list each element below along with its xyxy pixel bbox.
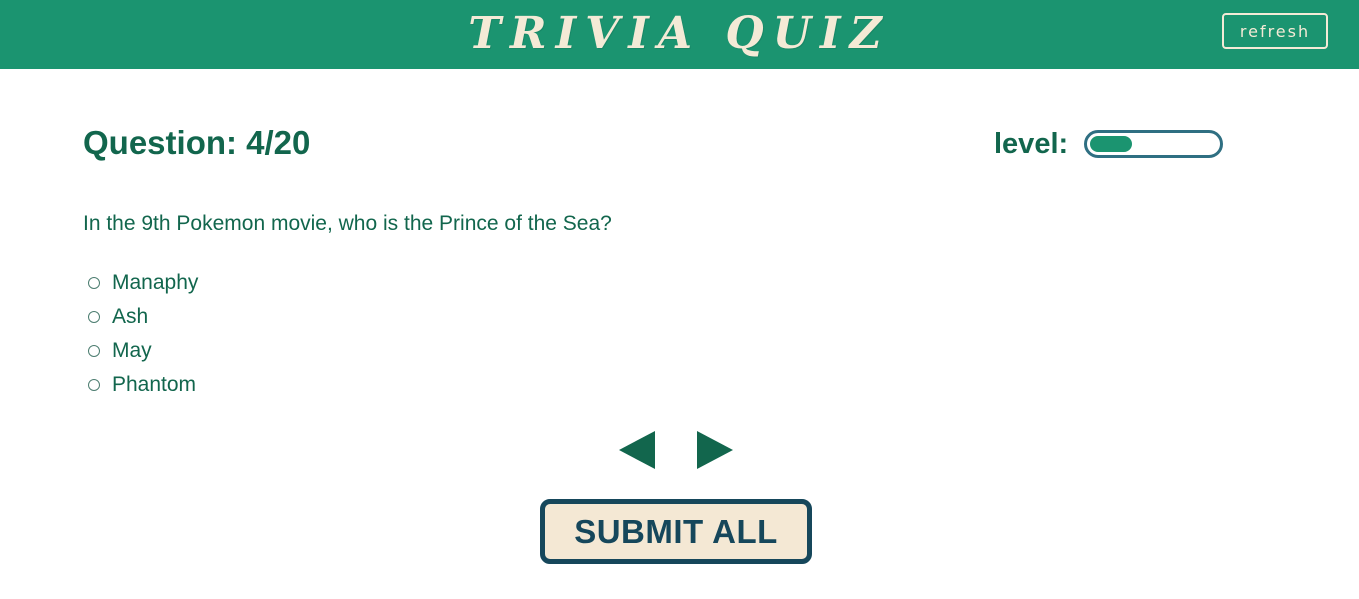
answer-option-4[interactable]: Phantom [86, 368, 198, 402]
refresh-button[interactable]: refresh [1222, 13, 1328, 49]
app-title: TRIVIA QUIZ [468, 8, 891, 59]
answer-label: May [112, 339, 152, 362]
radio-button-icon[interactable] [88, 345, 100, 357]
question-counter: Question: 4/20 [83, 124, 311, 161]
answer-label: Ash [112, 305, 149, 328]
submit-all-button[interactable]: SUBMIT ALL [540, 499, 812, 564]
answer-option-2[interactable]: Ash [86, 300, 198, 334]
level-label: level: [994, 128, 1069, 160]
level-progress-fill [1090, 136, 1132, 152]
next-question-icon[interactable] [697, 431, 733, 469]
radio-button-icon[interactable] [88, 379, 100, 391]
answer-option-1[interactable]: Manaphy [86, 266, 198, 300]
radio-button-icon[interactable] [88, 311, 100, 323]
answer-list: Manaphy Ash May Phantom [86, 266, 198, 402]
previous-question-icon[interactable] [619, 431, 655, 469]
level-progress-bar [1084, 130, 1223, 158]
answer-option-3[interactable]: May [86, 334, 198, 368]
header-bar: TRIVIA QUIZ refresh [0, 0, 1359, 69]
answer-label: Manaphy [112, 271, 199, 294]
answer-label: Phantom [112, 373, 197, 396]
radio-button-icon[interactable] [88, 277, 100, 289]
question-text: In the 9th Pokemon movie, who is the Pri… [83, 212, 612, 235]
